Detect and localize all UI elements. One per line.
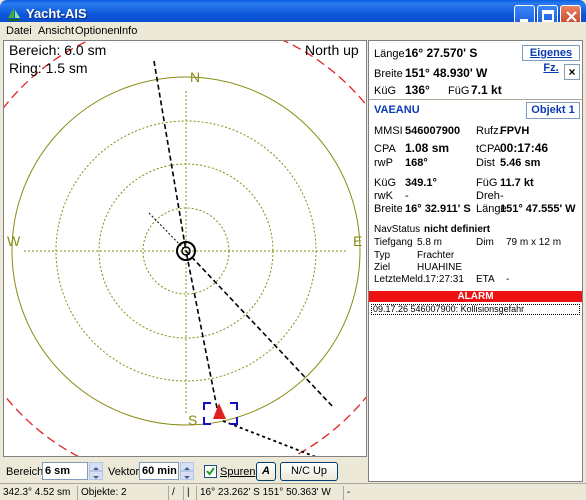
spuren-label[interactable]: Spuren	[220, 466, 255, 478]
close-info-button[interactable]: ×	[564, 64, 580, 80]
own-breite-value: 151° 48.930' W	[405, 66, 488, 80]
target-vector-line	[185, 250, 218, 409]
tcpa-label: tCPA	[476, 143, 501, 155]
own-vector-line	[185, 250, 335, 409]
bereich-spinner[interactable]	[89, 462, 103, 480]
target-kueg-value: 349.1°	[405, 177, 437, 189]
separator	[369, 99, 582, 100]
own-laenge-label: Länge	[374, 48, 405, 60]
tiefgang-label: Tiefgang	[374, 237, 413, 248]
info-panel: Länge 16° 27.570' S Eigenes Fz. Breite 1…	[368, 40, 583, 482]
target-kueg-label: KüG	[374, 177, 397, 189]
own-laenge-value: 16° 27.570' S	[405, 46, 478, 60]
ais-radar-map[interactable]: Bereich: 6.0 sm Ring: 1.5 sm North up N …	[3, 40, 367, 457]
own-vessel-button[interactable]: Eigenes Fz.	[522, 45, 580, 74]
mmsi-value: 546007900	[405, 125, 461, 137]
rwk-label: rwK	[374, 190, 393, 202]
menu-optionen[interactable]: Optionen	[75, 25, 120, 37]
rwk-value: -	[405, 190, 409, 202]
check-icon	[206, 467, 215, 476]
spin-down-icon[interactable]	[180, 471, 194, 480]
font-button[interactable]: A	[256, 462, 276, 481]
status-heading-range: 342.3° 4.52 sm	[3, 487, 71, 498]
own-fueg-value: 7.1 kt	[471, 83, 502, 97]
spuren-checkbox[interactable]	[204, 465, 217, 478]
orientation-label: North up	[305, 42, 359, 58]
menu-info[interactable]: Info	[119, 25, 137, 37]
sailboat-app-icon	[8, 8, 20, 21]
dim-label: Dim	[476, 237, 494, 248]
ring-label: Ring: 1.5 sm	[9, 60, 88, 76]
menu-datei[interactable]: Datei	[6, 25, 32, 37]
navstatus-value: nicht definiert	[424, 224, 491, 235]
target-vessel-icon[interactable]	[213, 403, 226, 419]
spin-up-icon[interactable]	[180, 462, 194, 471]
compass-east: E	[353, 233, 363, 249]
own-kueg-label: KüG	[374, 85, 397, 97]
own-breite-label: Breite	[374, 68, 403, 80]
dim-value: 79 m x 12 m	[506, 237, 562, 248]
navstatus-label: NavStatus	[374, 224, 421, 235]
compass-west: W	[7, 233, 21, 249]
alarm-list[interactable]: 09.17.26 546007900: Kollisionsgefahr	[370, 303, 581, 481]
menu-ansicht[interactable]: Ansicht	[38, 25, 74, 37]
object-select-button[interactable]: Objekt 1	[526, 102, 580, 119]
status-cell-4: |	[183, 486, 195, 500]
spin-up-icon[interactable]	[89, 462, 103, 471]
spin-down-icon[interactable]	[89, 471, 103, 480]
alarm-entry[interactable]: 09.17.26 546007900: Kollisionsgefahr	[371, 304, 580, 315]
status-cursor-position: 16° 23.262' S 151° 50.363' W	[196, 486, 342, 500]
eta-label: ETA	[476, 274, 495, 285]
menu-bar: Datei Ansicht Optionen Info	[0, 22, 586, 40]
typ-label: Typ	[374, 250, 391, 261]
range-label: Bereich: 6.0 sm	[9, 42, 107, 58]
mmsi-label: MMSI	[374, 125, 403, 137]
compass-south: S	[188, 412, 198, 428]
status-cell-3: /	[168, 486, 182, 500]
rufz-value: FPVH	[500, 125, 530, 137]
rwp-label: rwP	[374, 157, 393, 169]
target-fueg-value: 11.7 kt	[500, 177, 534, 189]
window-title: Yacht-AIS	[26, 6, 87, 21]
control-bar: Bereich 6 sm Vektor 60 min Spuren A N/C …	[0, 460, 368, 482]
target-track-line	[222, 420, 316, 456]
vektor-field[interactable]: 60 min	[139, 462, 179, 480]
letzte-meld-label: LetzteMeld.	[374, 274, 426, 285]
bereich-field[interactable]: 6 sm	[42, 462, 88, 480]
status-bar: 342.3° 4.52 sm Objekte: 2 / | 16° 23.262…	[0, 483, 586, 500]
dist-value: 5.46 sm	[500, 157, 541, 169]
cpa-value: 1.08 sm	[405, 141, 450, 155]
tcpa-value: 00:17:46	[500, 141, 549, 155]
target-fueg-label: FüG	[476, 177, 498, 189]
own-kueg-value: 136°	[405, 83, 430, 97]
own-fueg-label: FüG	[448, 85, 470, 97]
status-cell-6: -	[343, 486, 586, 500]
dreh-value: -	[500, 190, 504, 202]
dreh-label: Dreh	[476, 190, 500, 202]
letzte-meld-value: 17:27:31	[425, 274, 464, 285]
orientation-toggle-button[interactable]: N/C Up	[280, 462, 338, 481]
ziel-value: HUAHINE	[417, 262, 463, 273]
target-name: VAEANU	[374, 104, 420, 116]
own-track-line	[148, 212, 187, 252]
alarm-header: ALARM	[369, 291, 582, 302]
rufz-label: Rufz.	[476, 125, 502, 137]
tiefgang-value: 5.8 m	[417, 237, 443, 248]
vektor-spinner[interactable]	[180, 462, 194, 480]
cpa-label: CPA	[374, 143, 396, 155]
target-breite-value: 16° 32.911' S	[405, 203, 471, 215]
target-laenge-value: 151° 47.555' W	[500, 203, 576, 215]
status-object-count: Objekte: 2	[77, 486, 167, 500]
compass-north: N	[190, 69, 201, 85]
radar-canvas[interactable]	[4, 41, 367, 457]
rwp-value: 168°	[405, 157, 428, 169]
bereich-label: Bereich	[6, 466, 44, 478]
target-breite-label: Breite	[374, 203, 403, 215]
eta-value: -	[506, 274, 510, 285]
dist-label: Dist	[476, 157, 495, 169]
ziel-label: Ziel	[374, 262, 391, 273]
vektor-label: Vektor	[108, 466, 140, 478]
typ-value: Frachter	[417, 250, 455, 261]
